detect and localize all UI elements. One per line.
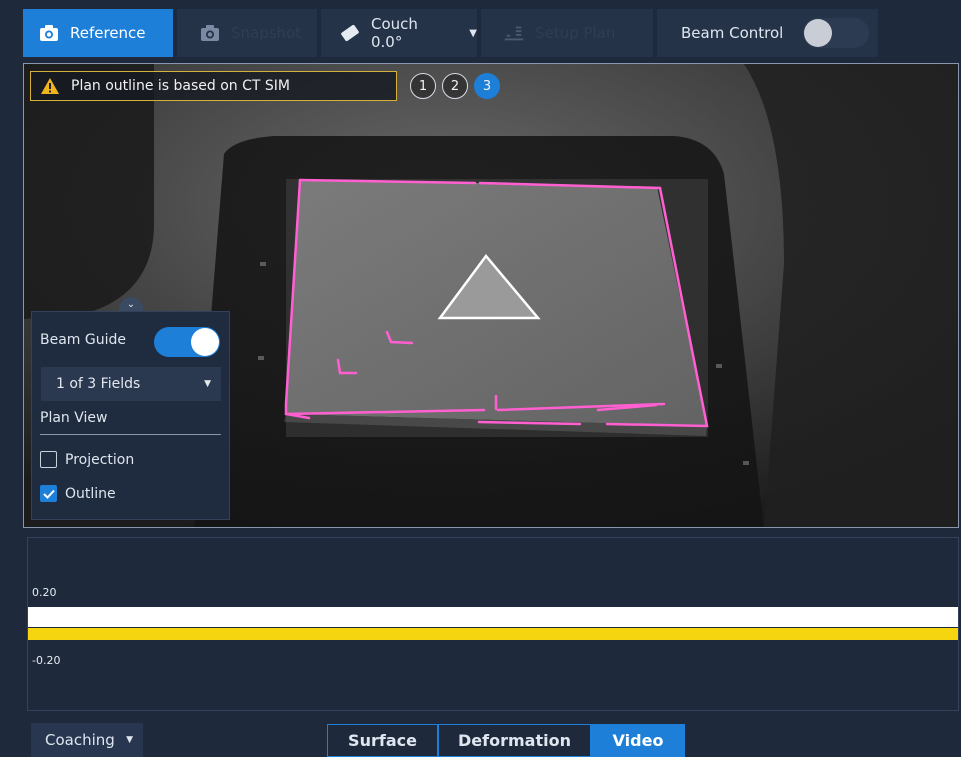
beam-control: Beam Control — [657, 9, 878, 57]
tolerance-band — [28, 607, 958, 627]
motion-trace-band — [28, 627, 958, 641]
setup-icon — [503, 22, 525, 44]
graph-upper-label: 0.20 — [32, 586, 57, 599]
projection-checkbox[interactable] — [40, 451, 57, 468]
fields-select[interactable]: 1 of 3 Fields ▼ — [41, 367, 221, 401]
checkmark-icon — [42, 489, 55, 499]
chevron-down-icon: ⌄ — [126, 298, 136, 310]
couch-rotation-icon — [339, 22, 361, 44]
tab-deformation[interactable]: Deformation — [438, 724, 591, 757]
camera-icon — [38, 22, 60, 44]
plan-outline-warning: Plan outline is based on CT SIM — [30, 71, 397, 101]
view-tabs: Surface Deformation Video — [327, 724, 685, 757]
fields-select-value: 1 of 3 Fields — [56, 376, 141, 392]
setup-label: Setup Plan — [535, 24, 616, 42]
top-toolbar: Reference Snapshot Couch 0.0° ▼ Setup Pl… — [0, 0, 961, 62]
outline-checkbox[interactable] — [40, 485, 57, 502]
snapshot-label: Snapshot — [231, 24, 302, 42]
coaching-label: Coaching — [45, 731, 115, 749]
warning-text: Plan outline is based on CT SIM — [71, 78, 290, 94]
step-3[interactable]: 3 — [474, 73, 500, 99]
beam-control-label: Beam Control — [681, 24, 784, 42]
snapshot-button[interactable]: Snapshot — [177, 9, 317, 57]
couch-dropdown[interactable]: Couch 0.0° ▼ — [321, 9, 477, 57]
motion-graph: 0.20 -0.20 — [27, 537, 959, 711]
reference-button[interactable]: Reference — [23, 9, 173, 57]
graph-lower-label: -0.20 — [32, 654, 61, 667]
tab-surface[interactable]: Surface — [327, 724, 438, 757]
field-step-indicators: 1 2 3 — [410, 73, 500, 99]
outline-checkbox-row[interactable]: Outline — [40, 485, 116, 502]
camera-icon — [199, 22, 221, 44]
outline-label: Outline — [65, 485, 116, 502]
projection-checkbox-row[interactable]: Projection — [40, 451, 134, 468]
beam-control-toggle[interactable] — [803, 18, 870, 48]
beam-guide-toggle[interactable] — [154, 327, 220, 357]
couch-label: Couch 0.0° — [371, 15, 418, 51]
beam-guide-label: Beam Guide — [40, 332, 126, 348]
chevron-down-icon: ▼ — [204, 379, 211, 389]
reference-label: Reference — [70, 24, 146, 42]
coaching-dropdown[interactable]: Coaching ▼ — [31, 723, 143, 757]
divider — [40, 434, 221, 435]
warning-icon — [37, 77, 63, 95]
step-1[interactable]: 1 — [410, 73, 436, 99]
chevron-down-icon: ▼ — [469, 27, 477, 39]
projection-label: Projection — [65, 451, 135, 468]
tab-video[interactable]: Video — [591, 724, 685, 757]
step-2[interactable]: 2 — [442, 73, 468, 99]
setup-button[interactable]: Setup Plan — [481, 9, 653, 57]
chevron-down-icon: ▼ — [126, 735, 133, 745]
beam-guide-panel: Beam Guide 1 of 3 Fields ▼ Plan View Pro… — [31, 311, 230, 520]
plan-view-label: Plan View — [40, 410, 108, 426]
